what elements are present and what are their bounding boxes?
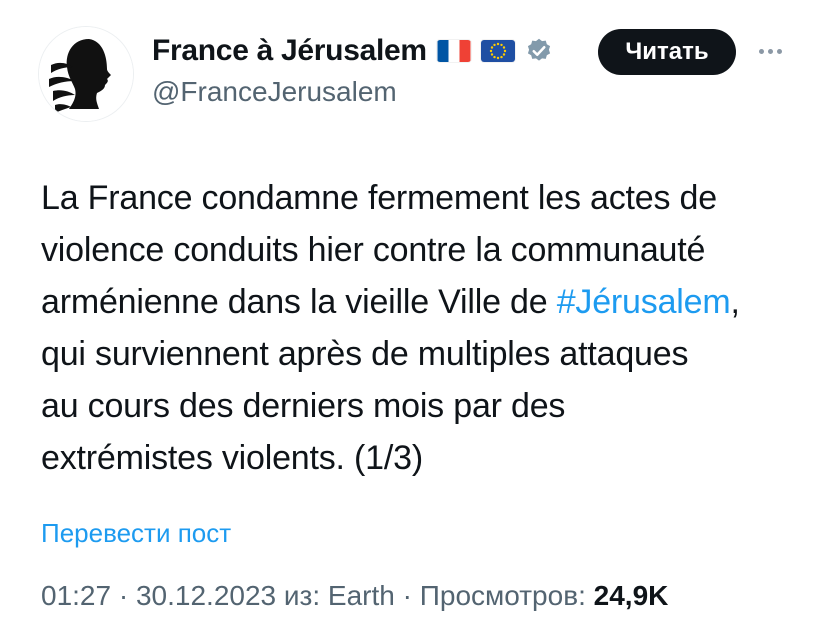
- tweet-line-text: arménienne dans la vieille Ville de: [41, 283, 557, 321]
- tweet-line: arménienne dans la vieille Ville de #Jér…: [41, 276, 801, 328]
- follow-button[interactable]: Читать: [598, 29, 736, 75]
- author-handle[interactable]: @FranceJerusalem: [152, 76, 397, 108]
- tweet-line: violence conduits hier contre la communa…: [41, 231, 706, 269]
- verified-badge-icon[interactable]: [525, 37, 553, 65]
- tweet-time[interactable]: 01:27: [41, 580, 111, 611]
- separator: ·: [394, 580, 420, 611]
- tweet-line: La France condamne fermement les actes d…: [41, 179, 717, 217]
- avatar[interactable]: [38, 26, 134, 122]
- views-count: 24,9K: [593, 580, 669, 611]
- more-options-icon[interactable]: [754, 37, 786, 65]
- views-label: Просмотров:: [419, 580, 594, 611]
- flag-france-icon: [437, 40, 471, 62]
- tweet-line: au cours des derniers mois par des: [41, 387, 566, 425]
- hashtag-link[interactable]: #Jérusalem: [557, 283, 731, 321]
- tweet-source: из: Earth: [276, 580, 395, 611]
- author-display-name[interactable]: France à Jérusalem: [152, 34, 427, 68]
- tweet-text: La France condamne fermement les actes d…: [41, 172, 801, 484]
- separator: ·: [111, 580, 136, 611]
- tweet-line: extrémistes violents. (1/3): [41, 439, 423, 477]
- tweet-date[interactable]: 30.12.2023: [136, 580, 276, 611]
- author-name-row: France à Jérusalem: [152, 34, 553, 68]
- tweet-line: qui surviennent après de multiples attaq…: [41, 335, 689, 373]
- tweet-line-text: ,: [730, 283, 740, 321]
- marianne-logo-icon: [39, 27, 133, 121]
- flag-eu-icon: [480, 40, 515, 62]
- tweet-metadata: 01:27 · 30.12.2023 из: Earth · Просмотро…: [41, 580, 668, 612]
- translate-post-link[interactable]: Перевести пост: [41, 518, 231, 549]
